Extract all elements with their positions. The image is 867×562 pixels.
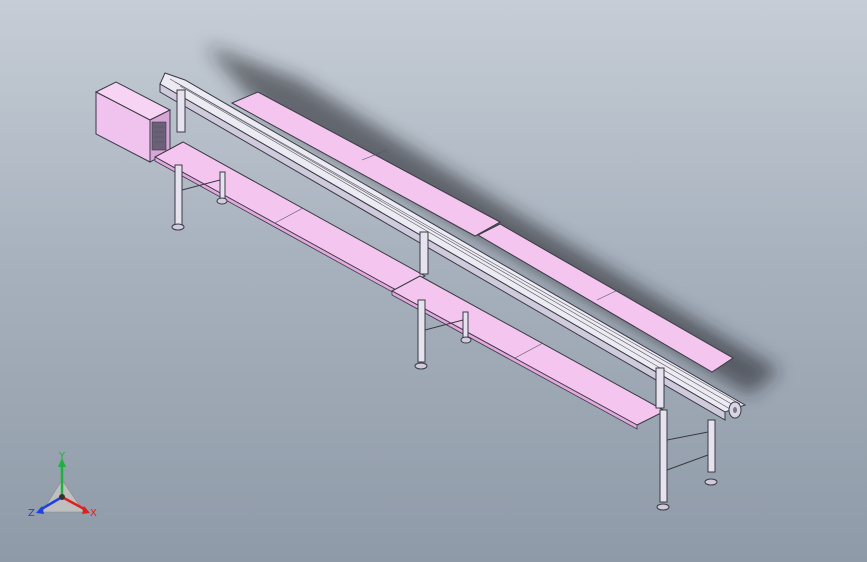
near-table-panel-1-edge — [154, 156, 397, 295]
leg-3b — [707, 419, 716, 473]
conveyor-model: Y X Z — [28, 45, 780, 519]
cad-viewport[interactable]: Y X Z — [0, 0, 867, 562]
belt-side-rail — [159, 83, 726, 421]
near-table-panel-2-edge — [391, 290, 638, 430]
x-axis-label: X — [90, 508, 97, 519]
axis-triad: Y X Z — [28, 451, 97, 519]
leg-1a — [174, 164, 183, 226]
motor-vent — [151, 121, 167, 151]
leg-1b — [219, 171, 226, 201]
drive-motor — [94, 81, 172, 163]
leg-2b — [462, 311, 469, 339]
z-axis-label: Z — [28, 508, 35, 519]
y-axis-label: Y — [58, 451, 66, 462]
leg-2a — [417, 299, 426, 363]
leg-3a — [659, 409, 668, 503]
